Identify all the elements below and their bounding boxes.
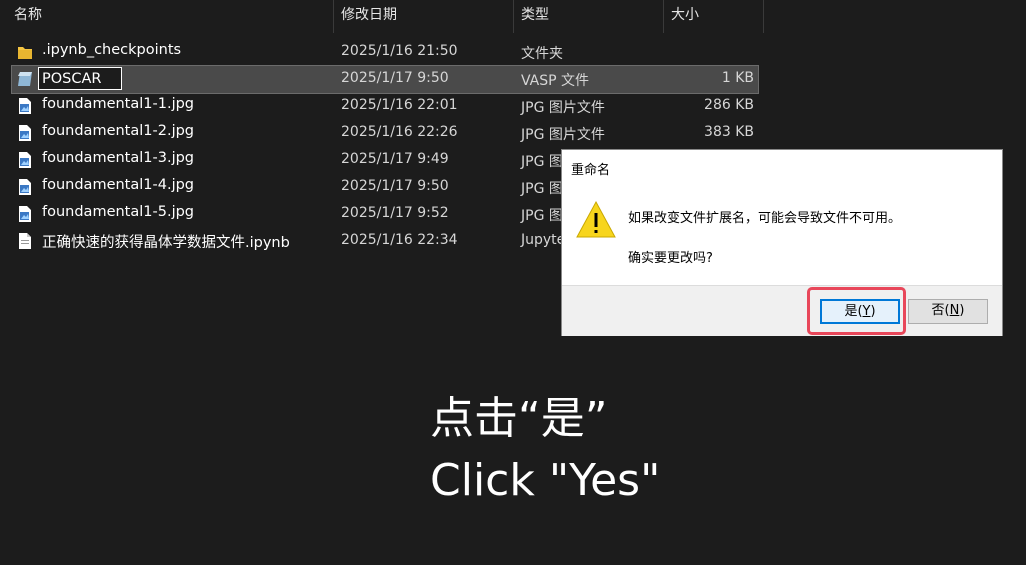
file-type: JPG 图 <box>521 208 563 224</box>
file-date: 2025/1/17 9:50 <box>341 178 449 194</box>
rename-input-box <box>38 67 124 90</box>
file-date: 2025/1/17 9:52 <box>341 205 449 221</box>
image-file-icon <box>17 151 33 169</box>
dialog-question: 确实要更改吗? <box>628 251 713 266</box>
rename-input[interactable] <box>39 68 124 89</box>
dialog-message: 如果改变文件扩展名，可能会导致文件不可用。 <box>628 211 902 226</box>
file-date: 2025/1/17 9:49 <box>341 151 449 167</box>
dialog-button-bar: 是(Y) 否(N) <box>562 285 1002 336</box>
column-divider[interactable] <box>333 0 334 33</box>
file-name: foundamental1-2.jpg <box>42 123 195 139</box>
file-size: 383 KB <box>704 124 754 140</box>
column-name-label: 名称 <box>14 7 42 23</box>
no-label-close: ) <box>959 303 965 318</box>
file-type: VASP 文件 <box>521 73 590 89</box>
file-size: 286 KB <box>704 97 754 113</box>
column-type-header[interactable]: 类型 <box>515 0 663 33</box>
file-date: 2025/1/16 21:50 <box>341 43 458 59</box>
file-name: 正确快速的获得晶体学数据文件.ipynb <box>42 235 290 251</box>
file-row[interactable]: foundamental1-1.jpg 2025/1/16 22:01 JPG 图片… <box>12 93 758 120</box>
instruction-caption: 点击“是” Click "Yes" <box>430 388 660 512</box>
column-date-header[interactable]: 修改日期 <box>335 0 513 33</box>
file-date: 2025/1/16 22:34 <box>341 232 458 248</box>
image-file-icon <box>17 97 33 115</box>
image-file-icon <box>17 178 33 196</box>
file-date: 2025/1/16 22:01 <box>341 97 458 113</box>
column-divider[interactable] <box>763 0 764 33</box>
file-name: foundamental1-5.jpg <box>42 204 195 220</box>
column-size-label: 大小 <box>671 7 699 23</box>
file-row[interactable]: 2025/1/17 9:50 VASP 文件 1 KB <box>11 65 759 94</box>
column-divider[interactable] <box>663 0 664 33</box>
warning-icon <box>576 200 616 238</box>
no-accesskey: N <box>949 303 960 318</box>
file-type: 文件夹 <box>521 46 563 62</box>
file-name: .ipynb_checkpoints <box>42 42 182 58</box>
sort-ascending-icon: ^ <box>166 0 175 6</box>
column-divider[interactable] <box>513 0 514 33</box>
file-type: Jupyte <box>521 232 566 248</box>
column-date-label: 修改日期 <box>341 7 397 23</box>
file-date: 2025/1/16 22:26 <box>341 124 458 140</box>
file-type: JPG 图 <box>521 154 563 170</box>
folder-icon <box>17 43 33 61</box>
vasp-file-icon <box>17 70 33 88</box>
file-row[interactable]: .ipynb_checkpoints 2025/1/16 21:50 文件夹 <box>12 39 758 66</box>
file-type: JPG 图片文件 <box>521 127 605 143</box>
dialog-title: 重命名 <box>571 163 611 178</box>
column-type-label: 类型 <box>521 7 549 23</box>
caption-line-english: Click "Yes" <box>430 455 661 506</box>
file-row[interactable]: foundamental1-2.jpg 2025/1/16 22:26 JPG 图片… <box>12 120 758 147</box>
file-size: 1 KB <box>721 70 754 86</box>
file-name: foundamental1-4.jpg <box>42 177 195 193</box>
yes-button-highlight <box>807 287 906 335</box>
column-size-header[interactable]: 大小 <box>665 0 763 33</box>
column-header: 名称 ^ 修改日期 类型 大小 <box>0 0 1026 33</box>
rename-dialog: 重命名 如果改变文件扩展名，可能会导致文件不可用。 确实要更改吗? 是(Y) 否… <box>562 150 1002 336</box>
document-file-icon <box>17 232 33 250</box>
caption-line-chinese: 点击“是” <box>430 393 608 444</box>
file-type: JPG 图 <box>521 181 563 197</box>
image-file-icon <box>17 205 33 223</box>
file-date: 2025/1/17 9:50 <box>341 70 449 86</box>
no-button[interactable]: 否(N) <box>908 299 988 324</box>
file-name: foundamental1-3.jpg <box>42 150 195 166</box>
file-type: JPG 图片文件 <box>521 100 605 116</box>
image-file-icon <box>17 124 33 142</box>
file-name: foundamental1-1.jpg <box>42 96 195 112</box>
no-label: 否( <box>931 303 950 318</box>
